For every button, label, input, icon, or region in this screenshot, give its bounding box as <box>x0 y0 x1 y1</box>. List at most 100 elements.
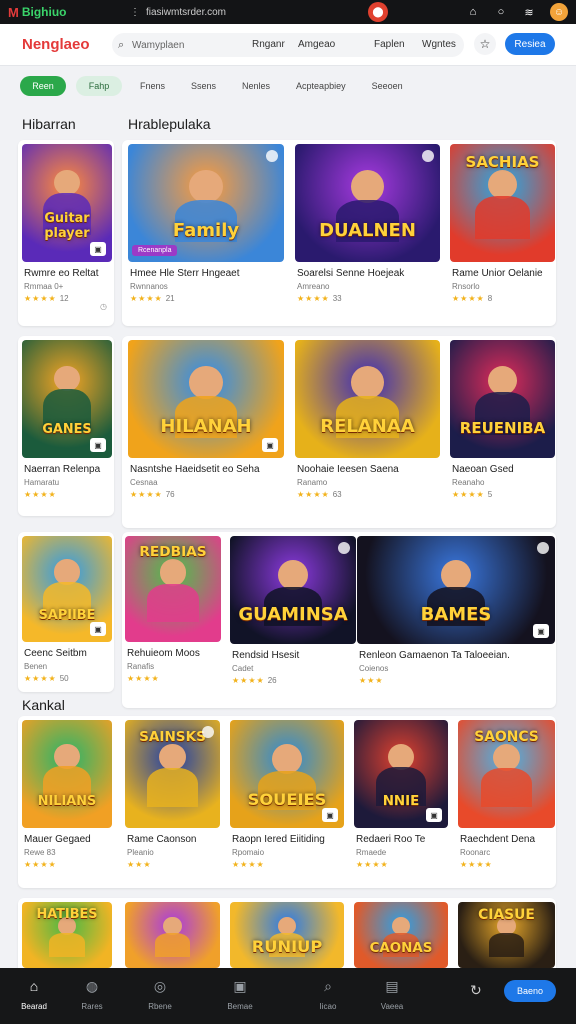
character-art <box>147 583 199 622</box>
game-title[interactable]: Hmee Hle Sterr Hngeaet <box>130 268 290 279</box>
character-art <box>49 933 85 957</box>
brand-logo[interactable]: Nenglaeo <box>22 36 90 53</box>
game-title[interactable]: Nasntshe Haeidsetit eo Seha <box>130 464 290 475</box>
game-thumbnail[interactable]: BAMES ▣ <box>357 536 555 644</box>
platform-badge-icon: ▣ <box>90 622 106 636</box>
game-title[interactable]: Rwmre eo Reltat <box>24 268 118 279</box>
avatar-icon[interactable]: ☺ <box>550 3 568 21</box>
header-primary-button[interactable]: Resiea <box>505 33 555 55</box>
platform-badge-icon: ▣ <box>262 438 278 452</box>
game-thumbnail[interactable]: SAPIIBE ▣ <box>22 536 112 642</box>
menu-dot-icon[interactable] <box>422 150 434 162</box>
game-title[interactable]: Raopn Iered Eiitiding <box>232 834 350 845</box>
chip-3[interactable]: Fnens <box>132 76 173 96</box>
game-title-art: NILIANS <box>37 793 97 809</box>
game-thumbnail[interactable]: REDBIAS <box>125 536 221 642</box>
nav-item-home[interactable]: ⌂ Bearad <box>4 976 64 1011</box>
menu-dot-icon[interactable] <box>266 150 278 162</box>
nav-item-3[interactable]: ◎ Rbene <box>130 976 190 1012</box>
game-thumbnail[interactable]: CAONAS <box>354 902 448 968</box>
game-title[interactable]: Ceenc Seitbm <box>24 648 118 659</box>
game-subtitle: Hamaratu <box>24 478 60 487</box>
chip-2[interactable]: Fahp <box>76 76 122 96</box>
character-art <box>147 767 198 807</box>
game-title-art: HILANAH <box>160 415 252 437</box>
game-thumbnail[interactable]: Family Rcenanpla <box>128 144 284 262</box>
game-thumbnail[interactable]: RUNIUP <box>230 902 344 968</box>
menu-dot-icon[interactable] <box>537 542 549 554</box>
chip-6[interactable]: Acpteapbiey <box>288 76 354 96</box>
game-subtitle: Rwnnanos <box>130 282 168 291</box>
character-art <box>350 365 384 399</box>
header-link-3[interactable]: Faplen <box>374 39 405 50</box>
favorite-star-icon[interactable]: ☆ <box>474 33 496 55</box>
game-thumbnail[interactable]: NILIANS <box>22 720 112 828</box>
character-art <box>387 743 415 771</box>
refresh-icon[interactable]: ↻ <box>470 982 482 999</box>
nav-item-4[interactable]: ▣ Bemae <box>210 976 270 1012</box>
game-title[interactable]: Rehuieom Moos <box>127 648 227 659</box>
game-thumbnail[interactable]: Guitar player ▣ <box>22 144 112 262</box>
header-link-2[interactable]: Amgeao <box>298 39 335 50</box>
circle-icon[interactable]: ○ <box>494 5 508 19</box>
game-title[interactable]: Soarelsi Senne Hoejeak <box>297 268 446 279</box>
menu-dot-icon[interactable] <box>338 542 350 554</box>
game-thumbnail[interactable]: NNIE ▣ <box>354 720 448 828</box>
game-thumbnail[interactable]: REUENIBA <box>450 340 555 458</box>
rating-stars: ★★★★ <box>127 674 160 683</box>
game-thumbnail[interactable]: HATIBES <box>22 902 112 968</box>
game-thumbnail[interactable]: RELANAA <box>295 340 440 458</box>
search-input[interactable] <box>132 39 232 51</box>
game-thumbnail[interactable] <box>125 902 220 968</box>
game-title[interactable]: Naeoan Gsed <box>452 464 561 475</box>
wifi-icon: ≋ <box>524 6 534 19</box>
game-title[interactable]: Rame Caonson <box>127 834 226 845</box>
search-box[interactable]: ⌕ <box>112 33 464 57</box>
game-title[interactable]: Redaeri Roo Te <box>356 834 454 845</box>
game-title[interactable]: Rendsid Hsesit <box>232 650 362 661</box>
game-thumbnail[interactable]: CIASUE <box>458 902 555 968</box>
rating-stars: ★★★★ 26 <box>232 676 277 685</box>
header-link-4[interactable]: Wgntes <box>422 39 456 50</box>
library-icon: ▤ <box>385 977 399 994</box>
game-thumbnail[interactable]: SAINSKS <box>125 720 220 828</box>
nav-item-5[interactable]: ⌕ Iicao <box>298 976 358 1012</box>
game-thumbnail[interactable]: GUAMINSA <box>230 536 356 644</box>
game-title-art: SAPIIBE <box>38 607 96 623</box>
game-subtitle: Rmaede <box>356 848 387 857</box>
nav-item-6[interactable]: ▤ Vaeea <box>362 976 422 1012</box>
character-art <box>189 365 223 399</box>
rating-stars: ★★★★ 76 <box>130 490 175 499</box>
home-outline-icon[interactable]: ⌂ <box>466 5 480 19</box>
game-title[interactable]: Naerran Relenpa <box>24 464 118 475</box>
game-thumbnail[interactable]: GANES ▣ <box>22 340 112 458</box>
status-app-name: Bighiuo <box>21 5 67 19</box>
address-bar[interactable]: ⋮ fiasiwmtsrder.com <box>130 3 390 21</box>
chip-7[interactable]: Seeoen <box>364 76 411 96</box>
game-title[interactable]: Noohaie Ieesen Saena <box>297 464 446 475</box>
chip-4[interactable]: Ssens <box>183 76 224 96</box>
game-thumbnail[interactable]: SOUEIES ▣ <box>230 720 344 828</box>
nav-action-button[interactable]: Baeno <box>504 980 556 1002</box>
nav-label: Bearad <box>21 1002 47 1011</box>
rating-count: 8 <box>487 294 493 303</box>
game-thumbnail[interactable]: DUALNEN <box>295 144 440 262</box>
game-title[interactable]: Mauer Gegaed <box>24 834 118 845</box>
record-icon[interactable]: ⬤ <box>368 2 388 22</box>
nav-item-2[interactable]: ◍ Rares <box>62 976 122 1012</box>
game-subtitle: Coienos <box>359 664 389 673</box>
character-art <box>54 169 80 196</box>
menu-dot-icon[interactable] <box>202 726 214 738</box>
rating-stars: ★★★★ <box>24 490 57 499</box>
game-thumbnail[interactable]: HILANAH ▣ <box>128 340 284 458</box>
game-thumbnail[interactable]: SACHIAS <box>450 144 555 262</box>
platform-badge-icon: ▣ <box>533 624 549 638</box>
game-title[interactable]: Rame Unior Oelanie <box>452 268 561 279</box>
game-title[interactable]: Renleon Gamaenon Ta Taloeeian. <box>359 650 561 661</box>
chip-5[interactable]: Nenles <box>234 76 278 96</box>
chip-1[interactable]: Reen <box>20 76 66 96</box>
header-link-1[interactable]: Rnganr <box>252 39 285 50</box>
game-title[interactable]: Raechdent Dena <box>460 834 561 845</box>
game-thumbnail[interactable]: SAONCS <box>458 720 555 828</box>
rating-stars: ★★★★ <box>24 860 57 869</box>
